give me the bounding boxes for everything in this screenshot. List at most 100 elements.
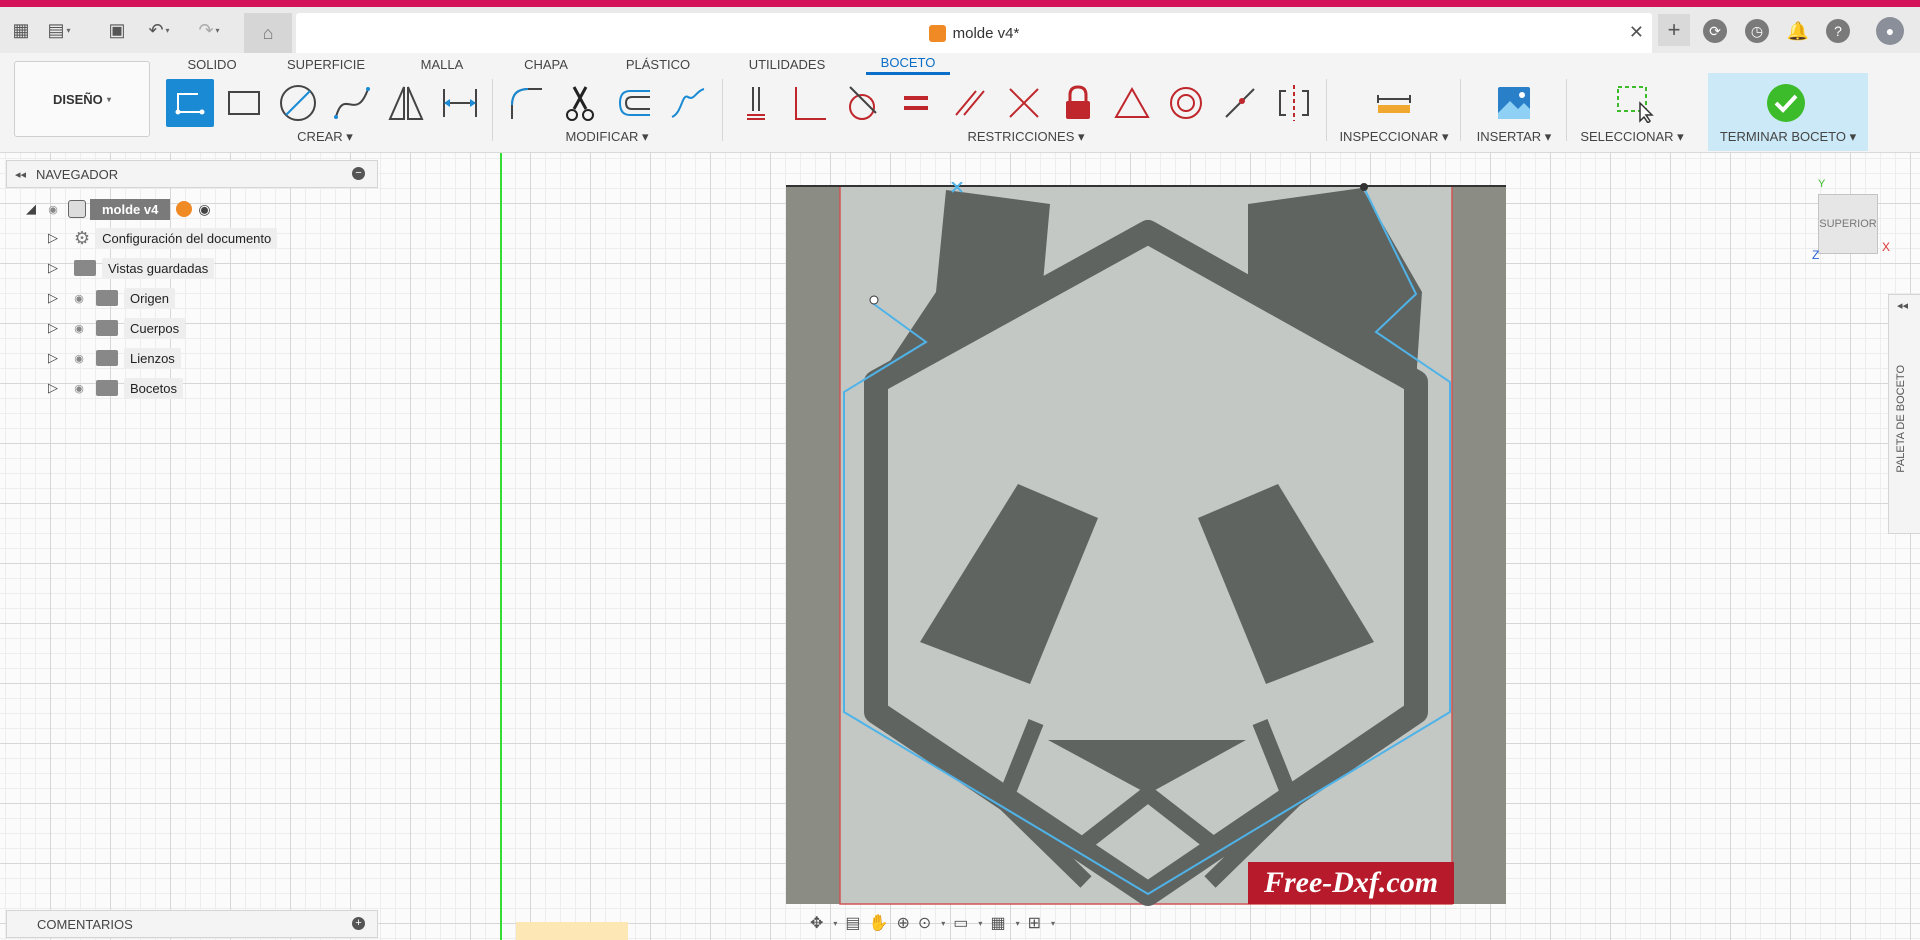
collapsed-triangle-icon[interactable]: ▷: [46, 290, 60, 306]
sketch-point[interactable]: [1360, 183, 1368, 191]
browser-item-label: Origen: [124, 287, 176, 309]
offset-tool[interactable]: [610, 79, 658, 127]
curve-tool[interactable]: [664, 79, 712, 127]
mirror-tool[interactable]: [382, 79, 430, 127]
zoom-icon[interactable]: ⊕: [896, 913, 909, 933]
concentric-constraint-tool[interactable]: [1162, 79, 1210, 127]
workspace-switcher[interactable]: DISEÑO ▾: [14, 61, 150, 137]
eye-icon[interactable]: ◉: [70, 321, 88, 335]
perpendicular-constraint-tool[interactable]: [784, 79, 832, 127]
viewports-icon[interactable]: ⊞: [1028, 913, 1041, 933]
symmetry-constraint-tool[interactable]: [1270, 79, 1318, 127]
apps-grid-icon[interactable]: ▦: [8, 17, 34, 43]
undo-icon[interactable]: ↶ ▾: [146, 17, 172, 43]
fix-constraint-tool[interactable]: [732, 79, 780, 127]
document-tab[interactable]: molde v4* ✕: [296, 13, 1652, 53]
orbit-icon[interactable]: ✥: [810, 913, 823, 933]
expand-panel-icon[interactable]: ◂◂: [1897, 299, 1908, 312]
eye-icon[interactable]: ◉: [70, 351, 88, 365]
tab-boceto[interactable]: BOCETO: [866, 53, 950, 75]
browser-item-origin[interactable]: ▷ ◉ Origen: [46, 285, 176, 311]
tab-utilidades[interactable]: UTILIDADES: [740, 53, 834, 75]
collapsed-triangle-icon[interactable]: ▷: [46, 350, 60, 366]
collapse-left-icon[interactable]: ◂◂: [15, 168, 26, 181]
save-icon[interactable]: ▣: [104, 17, 130, 43]
canvas-image[interactable]: [786, 182, 1508, 908]
measure-tool[interactable]: [1370, 79, 1418, 127]
fillet-tool[interactable]: [502, 79, 550, 127]
tangent-constraint-tool[interactable]: [838, 79, 886, 127]
browser-header[interactable]: ◂◂ NAVEGADOR −: [6, 160, 378, 188]
file-menu-icon[interactable]: ▤ ▾: [46, 17, 72, 43]
look-at-icon[interactable]: ▤: [845, 913, 860, 933]
lock-icon: [1066, 85, 1090, 119]
lock-constraint-tool[interactable]: [1054, 79, 1102, 127]
help-icon[interactable]: ?: [1826, 19, 1850, 43]
pan-icon[interactable]: ✋: [869, 913, 889, 933]
eye-icon[interactable]: ◉: [44, 202, 62, 216]
minimize-panel-icon[interactable]: −: [352, 167, 365, 180]
equal-constraint-tool[interactable]: [892, 79, 940, 127]
sketch-point[interactable]: [869, 295, 879, 305]
finish-group-label[interactable]: TERMINAR BOCETO ▾: [1708, 127, 1868, 147]
coincident-constraint-tool[interactable]: [1216, 79, 1264, 127]
tab-malla[interactable]: MALLA: [410, 53, 474, 75]
display-settings-icon[interactable]: ▭: [953, 913, 968, 933]
tab-superficie[interactable]: SUPERFICIE: [284, 53, 368, 75]
browser-item-label: Bocetos: [124, 377, 183, 399]
close-tab-icon[interactable]: ✕: [1629, 22, 1644, 43]
collapsed-triangle-icon[interactable]: ▷: [46, 380, 60, 396]
select-tool[interactable]: [1610, 79, 1658, 127]
view-cube-face[interactable]: SUPERIOR: [1819, 218, 1876, 230]
expanded-triangle-icon[interactable]: ◢: [24, 201, 38, 217]
line-tool[interactable]: [166, 79, 214, 127]
eye-icon[interactable]: ◉: [70, 381, 88, 395]
insert-group-label[interactable]: INSERTAR ▾: [1468, 127, 1560, 147]
dimension-tool[interactable]: [436, 79, 484, 127]
collapsed-triangle-icon[interactable]: ▷: [46, 260, 60, 276]
fit-icon[interactable]: ⊙: [918, 913, 931, 933]
browser-item-saved-views[interactable]: ▷ Vistas guardadas: [46, 255, 215, 281]
insert-image-tool[interactable]: [1490, 79, 1538, 127]
constraints-group-label[interactable]: RESTRICCIONES ▾: [732, 127, 1320, 147]
tab-solido[interactable]: SOLIDO: [180, 53, 244, 75]
collapsed-triangle-icon[interactable]: ▷: [46, 320, 60, 336]
inspect-group-label[interactable]: INSPECCIONAR ▾: [1336, 127, 1452, 147]
modify-group-label[interactable]: MODIFICAR ▾: [502, 127, 712, 147]
tab-chapa[interactable]: CHAPA: [514, 53, 578, 75]
new-tab-icon[interactable]: +: [1658, 14, 1690, 46]
view-cube[interactable]: SUPERIOR: [1818, 194, 1878, 254]
grid-settings-icon[interactable]: ▦: [990, 913, 1005, 933]
redo-icon[interactable]: ↷ ▾: [196, 17, 222, 43]
chevron-down-icon: ▾: [104, 94, 112, 104]
home-tab[interactable]: ⌂: [244, 13, 292, 53]
extensions-icon[interactable]: ⟳: [1703, 19, 1727, 43]
browser-item-canvases[interactable]: ▷ ◉ Lienzos: [46, 345, 181, 371]
comments-panel[interactable]: COMENTARIOS +: [6, 910, 378, 938]
collapsed-triangle-icon[interactable]: ▷: [46, 230, 60, 246]
create-group-label[interactable]: CREAR ▾: [166, 127, 484, 147]
root-label[interactable]: molde v4: [90, 198, 171, 220]
browser-root-node[interactable]: ◢ ◉ molde v4 ◉: [24, 196, 211, 222]
job-status-icon[interactable]: ◷: [1745, 19, 1769, 43]
trim-tool[interactable]: [556, 79, 604, 127]
spline-tool[interactable]: [328, 79, 376, 127]
sketch-palette-tab[interactable]: ◂◂ PALETA DE BOCETO: [1888, 294, 1920, 534]
parallel-constraint-tool[interactable]: [946, 79, 994, 127]
user-avatar[interactable]: ●: [1876, 17, 1904, 45]
perpendicular-lines-tool[interactable]: [1000, 79, 1048, 127]
browser-item-document-settings[interactable]: ▷ ⚙ Configuración del documento: [46, 225, 278, 251]
browser-item-bodies[interactable]: ▷ ◉ Cuerpos: [46, 315, 186, 341]
rectangle-icon: [228, 91, 260, 115]
select-group-label[interactable]: SELECCIONAR ▾: [1574, 127, 1690, 147]
finish-sketch-button[interactable]: [1762, 79, 1810, 127]
browser-item-sketches[interactable]: ▷ ◉ Bocetos: [46, 375, 183, 401]
notifications-icon[interactable]: 🔔: [1786, 19, 1810, 43]
eye-icon[interactable]: ◉: [70, 291, 88, 305]
circle-tool[interactable]: [274, 79, 322, 127]
activate-radio-icon[interactable]: ◉: [198, 201, 210, 218]
tab-plastico[interactable]: PLÁSTICO: [618, 53, 698, 75]
add-comment-icon[interactable]: +: [352, 917, 365, 930]
midpoint-constraint-tool[interactable]: [1108, 79, 1156, 127]
rectangle-tool[interactable]: [220, 79, 268, 127]
